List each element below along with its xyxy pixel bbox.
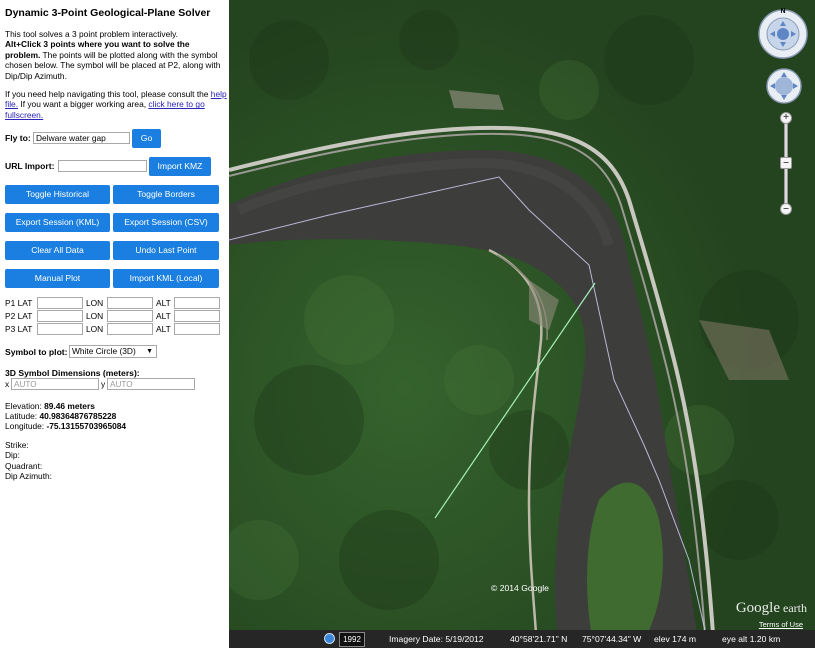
logo-small: earth xyxy=(780,601,807,615)
symbol-select[interactable]: White Circle (3D) ▼ xyxy=(69,345,157,358)
alt-label: ALT xyxy=(156,298,171,308)
terms-of-use-link[interactable]: Terms of Use xyxy=(759,620,803,629)
dim-x-label: x xyxy=(5,379,10,389)
dim-y-label: y xyxy=(101,379,106,389)
fly-to-label: Fly to: xyxy=(5,133,31,143)
p1-lon-input[interactable] xyxy=(107,297,153,309)
lon-label: LON xyxy=(86,298,104,308)
lat-label: LAT xyxy=(17,298,33,308)
fly-to-input[interactable]: Delware water gap xyxy=(33,132,130,144)
dip-azimuth-result: Dip Azimuth: xyxy=(5,471,53,481)
p2-lon-input[interactable] xyxy=(107,310,153,322)
zoom-in-icon[interactable]: + xyxy=(780,112,792,124)
zoom-slider-handle[interactable]: – xyxy=(780,157,792,169)
help-text: If you need help navigating this tool, p… xyxy=(5,89,227,120)
latitude-readout: Latitude: 40.98364876785228 xyxy=(5,411,116,421)
intro-text: This tool solves a 3 point problem inter… xyxy=(5,29,227,81)
alt-label: ALT xyxy=(156,311,171,321)
cursor-elevation: elev 174 m xyxy=(654,634,697,644)
toggle-borders-button[interactable]: Toggle Borders xyxy=(113,185,219,204)
dimensions-label: 3D Symbol Dimensions (meters): xyxy=(5,368,140,378)
historical-clock-icon[interactable] xyxy=(324,633,335,644)
point-id: P2 xyxy=(5,311,16,321)
help-text-2: If you want a bigger working area, xyxy=(18,99,149,110)
satellite-map-view[interactable]: N + – – © 2014 Google Google earth Terms… xyxy=(229,0,815,648)
clear-all-button[interactable]: Clear All Data xyxy=(5,241,110,260)
point-lat-label: P3 LAT xyxy=(5,324,32,334)
dim-y-input[interactable]: AUTO xyxy=(107,378,195,390)
status-bar: 1992 Imagery Date: 5/19/2012 40°58'21.71… xyxy=(229,630,815,648)
url-import-input[interactable] xyxy=(58,160,147,172)
p2-lat-input[interactable] xyxy=(37,310,83,322)
strike-result: Strike: xyxy=(5,440,29,450)
compass-north-label: N xyxy=(780,8,785,15)
export-csv-button[interactable]: Export Session (CSV) xyxy=(113,213,219,232)
help-text-1: If you need help navigating this tool, p… xyxy=(5,89,211,99)
zoom-out-icon[interactable]: – xyxy=(780,203,792,215)
toggle-historical-button[interactable]: Toggle Historical xyxy=(5,185,110,204)
undo-last-point-button[interactable]: Undo Last Point xyxy=(113,241,219,260)
point-id: P3 xyxy=(5,324,16,334)
import-kml-local-button[interactable]: Import KML (Local) xyxy=(113,269,219,288)
satellite-imagery xyxy=(229,0,815,648)
elevation-value: 89.46 meters xyxy=(44,401,95,411)
p1-alt-input[interactable] xyxy=(174,297,220,309)
symbol-label: Symbol to plot: xyxy=(5,347,68,357)
go-button[interactable]: Go xyxy=(132,129,161,148)
page-title: Dynamic 3-Point Geological-Plane Solver xyxy=(5,7,211,19)
latitude-label: Latitude: xyxy=(5,411,40,421)
p3-lon-input[interactable] xyxy=(107,323,153,335)
dim-x-input[interactable]: AUTO xyxy=(11,378,99,390)
map-copyright: © 2014 Google xyxy=(491,583,549,593)
point-lat-label: P2 LAT xyxy=(5,311,32,321)
p3-lat-input[interactable] xyxy=(37,323,83,335)
pan-control[interactable] xyxy=(765,67,803,105)
google-earth-logo: Google earth xyxy=(736,600,807,617)
eye-altitude: eye alt 1.20 km xyxy=(722,634,781,644)
cursor-longitude: 75°07'44.34" W xyxy=(582,634,642,644)
lon-label: LON xyxy=(86,311,104,321)
elevation-readout: Elevation: 89.46 meters xyxy=(5,401,95,411)
manual-plot-button[interactable]: Manual Plot xyxy=(5,269,110,288)
longitude-label: Longitude: xyxy=(5,421,47,431)
dip-result: Dip: xyxy=(5,450,20,460)
intro-line: This tool solves a 3 point problem inter… xyxy=(5,29,179,39)
chevron-down-icon: ▼ xyxy=(146,348,153,355)
lon-label: LON xyxy=(86,324,104,334)
p1-lat-input[interactable] xyxy=(37,297,83,309)
quadrant-result: Quadrant: xyxy=(5,461,43,471)
historical-year-badge[interactable]: 1992 xyxy=(339,632,365,647)
longitude-readout: Longitude: -75.13155703965084 xyxy=(5,421,126,431)
import-kmz-button[interactable]: Import KMZ xyxy=(149,157,211,176)
lat-label: LAT xyxy=(17,311,33,321)
tool-panel: Dynamic 3-Point Geological-Plane Solver … xyxy=(0,0,229,648)
longitude-value: -75.13155703965084 xyxy=(46,421,127,431)
lat-label: LAT xyxy=(17,324,33,334)
compass-navigation[interactable]: N xyxy=(756,5,810,59)
url-import-label: URL Import: xyxy=(5,161,55,171)
symbol-selected-value: White Circle (3D) xyxy=(72,346,136,356)
p3-alt-input[interactable] xyxy=(174,323,220,335)
export-kml-button[interactable]: Export Session (KML) xyxy=(5,213,110,232)
elevation-label: Elevation: xyxy=(5,401,45,411)
alt-label: ALT xyxy=(156,324,171,334)
latitude-value: 40.98364876785228 xyxy=(39,411,117,421)
point-lat-label: P1 LAT xyxy=(5,298,32,308)
cursor-latitude: 40°58'21.71" N xyxy=(510,634,568,644)
p2-alt-input[interactable] xyxy=(174,310,220,322)
logo-main: Google xyxy=(735,600,781,616)
imagery-date: Imagery Date: 5/19/2012 xyxy=(389,634,484,644)
point-id: P1 xyxy=(5,298,16,308)
